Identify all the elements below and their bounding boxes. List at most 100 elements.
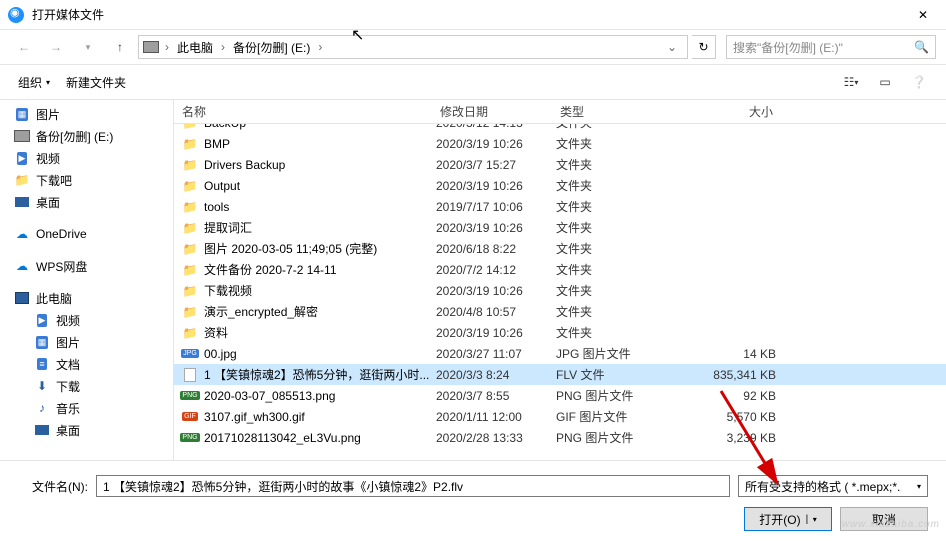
- file-name: 2020-03-07_085513.png: [204, 389, 436, 403]
- file-row[interactable]: 📁提取词汇2020/3/19 10:26文件夹: [174, 217, 946, 238]
- open-button[interactable]: 打开(O)▏▾: [744, 507, 832, 531]
- file-size: 14 KB: [676, 347, 776, 361]
- navigation-sidebar[interactable]: ▦图片备份[勿删] (E:)▶视频📁下载吧桌面☁OneDrive☁WPS网盘此电…: [0, 100, 174, 460]
- chevron-right-icon[interactable]: ›: [314, 40, 326, 54]
- sidebar-item[interactable]: ☁OneDrive: [0, 223, 173, 245]
- file-row[interactable]: PNG20171028113042_eL3Vu.png2020/2/28 13:…: [174, 427, 946, 448]
- file-name: 20171028113042_eL3Vu.png: [204, 431, 436, 445]
- png-icon: PNG: [182, 430, 198, 446]
- file-name: 资料: [204, 324, 436, 341]
- nav-up-button[interactable]: ↑: [106, 35, 134, 59]
- breadcrumb-dropdown[interactable]: ⌄: [661, 40, 683, 54]
- file-name: 00.jpg: [204, 347, 436, 361]
- file-row[interactable]: 📁BMP2020/3/19 10:26文件夹: [174, 133, 946, 154]
- nav-back-button[interactable]: ←: [10, 35, 38, 59]
- organize-button[interactable]: 组织▾: [10, 70, 58, 95]
- nav-forward-button: →: [42, 35, 70, 59]
- nav-recent-button[interactable]: ▾: [74, 35, 102, 59]
- filename-label: 文件名(N):: [18, 478, 88, 495]
- column-size[interactable]: 大小: [672, 103, 782, 120]
- sidebar-item[interactable]: 桌面: [0, 419, 173, 441]
- file-row[interactable]: 📁演示_encrypted_解密2020/4/8 10:57文件夹: [174, 301, 946, 322]
- preview-pane-button[interactable]: ▭: [868, 69, 902, 95]
- file-row[interactable]: JPG00.jpg2020/3/27 11:07JPG 图片文件14 KB: [174, 343, 946, 364]
- close-button[interactable]: ✕: [900, 0, 946, 30]
- file-name: 图片 2020-03-05 11;49;05 (完整): [204, 240, 436, 257]
- sidebar-item-label: 下载: [56, 378, 80, 395]
- app-icon: [8, 7, 24, 23]
- desk-icon: [34, 422, 50, 438]
- sidebar-item[interactable]: ▶视频: [0, 147, 173, 169]
- sidebar-item[interactable]: ⬇下载: [0, 375, 173, 397]
- sidebar-item[interactable]: 此电脑: [0, 287, 173, 309]
- sidebar-item-label: 视频: [56, 312, 80, 329]
- sidebar-item[interactable]: ♪音乐: [0, 397, 173, 419]
- file-row[interactable]: 📁BackUp2020/3/12 14:13文件夹: [174, 124, 946, 133]
- breadcrumb-root[interactable]: 此电脑: [175, 39, 215, 56]
- file-row[interactable]: 1 【笑镇惊魂2】恐怖5分钟，逛街两小时...2020/3/3 8:24FLV …: [174, 364, 946, 385]
- doc-icon: ≡: [34, 356, 50, 372]
- sidebar-item[interactable]: ☁ WPS网盘: [0, 255, 173, 277]
- sidebar-item-label: 桌面: [36, 194, 60, 211]
- file-date: 2020/3/19 10:26: [436, 137, 556, 151]
- search-input[interactable]: 搜索"备份[勿删] (E:)" 🔍: [726, 35, 936, 59]
- od-icon: ☁: [14, 226, 30, 242]
- sidebar-item-label: WPS网盘: [36, 258, 87, 275]
- file-size: 835,341 KB: [676, 368, 776, 382]
- file-row[interactable]: 📁资料2020/3/19 10:26文件夹: [174, 322, 946, 343]
- sidebar-item-label: 图片: [36, 106, 60, 123]
- file-row[interactable]: GIF3107.gif_wh300.gif2020/1/11 12:00GIF …: [174, 406, 946, 427]
- sidebar-item[interactable]: 桌面: [0, 191, 173, 213]
- view-options-button[interactable]: ☷ ▾: [834, 69, 868, 95]
- file-row[interactable]: 📁Output2020/3/19 10:26文件夹: [174, 175, 946, 196]
- file-type: 文件夹: [556, 135, 676, 152]
- file-row[interactable]: PNG2020-03-07_085513.png2020/3/7 8:55PNG…: [174, 385, 946, 406]
- sidebar-item-label: 视频: [36, 150, 60, 167]
- search-icon[interactable]: 🔍: [914, 40, 929, 54]
- help-button[interactable]: ❔: [902, 69, 936, 95]
- file-type: 文件夹: [556, 124, 676, 131]
- sidebar-item[interactable]: ▶视频: [0, 309, 173, 331]
- file-list[interactable]: 📁BackUp2020/3/12 14:13文件夹📁BMP2020/3/19 1…: [174, 124, 946, 460]
- column-date[interactable]: 修改日期: [432, 103, 552, 120]
- hd-icon: [14, 128, 30, 144]
- folder-icon: 📁: [182, 157, 198, 173]
- file-row[interactable]: 📁Drivers Backup2020/3/7 15:27文件夹: [174, 154, 946, 175]
- window-title: 打开媒体文件: [32, 6, 900, 23]
- file-date: 2019/7/17 10:06: [436, 200, 556, 214]
- desk-icon: [14, 194, 30, 210]
- sidebar-item[interactable]: ▦图片: [0, 331, 173, 353]
- column-headers[interactable]: 名称 修改日期 类型 大小: [174, 100, 946, 124]
- chevron-right-icon[interactable]: ›: [217, 40, 229, 54]
- file-row[interactable]: 📁tools2019/7/17 10:06文件夹: [174, 196, 946, 217]
- file-name: Drivers Backup: [204, 158, 436, 172]
- file-row[interactable]: 📁图片 2020-03-05 11;49;05 (完整)2020/6/18 8:…: [174, 238, 946, 259]
- folder-icon: 📁: [182, 262, 198, 278]
- sidebar-item[interactable]: 备份[勿删] (E:): [0, 125, 173, 147]
- file-row[interactable]: 📁下载视频2020/3/19 10:26文件夹: [174, 280, 946, 301]
- column-name[interactable]: 名称: [174, 103, 432, 120]
- folder-icon: 📁: [182, 136, 198, 152]
- file-name: 3107.gif_wh300.gif: [204, 410, 436, 424]
- file-date: 2020/3/19 10:26: [436, 221, 556, 235]
- sidebar-item-label: 备份[勿删] (E:): [36, 128, 113, 145]
- file-date: 2020/3/12 14:13: [436, 124, 556, 130]
- filename-input[interactable]: [96, 475, 730, 497]
- new-folder-button[interactable]: 新建文件夹: [58, 70, 134, 95]
- sidebar-item-label: 音乐: [56, 400, 80, 417]
- chevron-right-icon[interactable]: ›: [161, 40, 173, 54]
- column-type[interactable]: 类型: [552, 103, 672, 120]
- file-name: tools: [204, 200, 436, 214]
- file-type: 文件夹: [556, 261, 676, 278]
- filetype-filter[interactable]: 所有受支持的格式 ( *.mepx;*.▾: [738, 475, 928, 497]
- refresh-button[interactable]: ↻: [692, 35, 716, 59]
- file-date: 2020/1/11 12:00: [436, 410, 556, 424]
- sidebar-item[interactable]: ≡文档: [0, 353, 173, 375]
- breadcrumb-drive[interactable]: 备份[勿删] (E:): [231, 39, 312, 56]
- file-type: GIF 图片文件: [556, 408, 676, 425]
- breadcrumb-bar[interactable]: › 此电脑 › 备份[勿删] (E:) › ⌄: [138, 35, 688, 59]
- sidebar-item[interactable]: 📁下载吧: [0, 169, 173, 191]
- sidebar-item[interactable]: ▦图片: [0, 103, 173, 125]
- file-row[interactable]: 📁文件备份 2020-7-2 14-112020/7/2 14:12文件夹: [174, 259, 946, 280]
- wps-icon: ☁: [14, 258, 30, 274]
